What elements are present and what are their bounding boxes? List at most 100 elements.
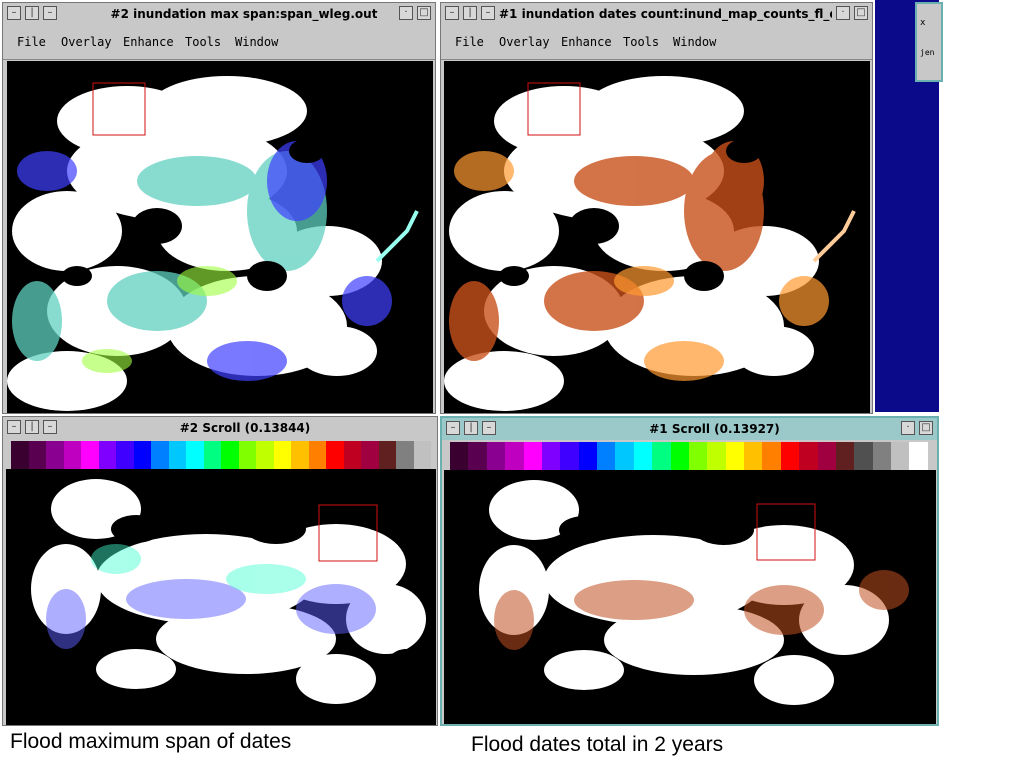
palette-swatch xyxy=(450,442,469,470)
palette-swatch xyxy=(560,442,579,470)
window-shade-icon[interactable]: – xyxy=(43,6,57,20)
palette-swatch xyxy=(891,442,910,470)
window-menu-icon[interactable]: – xyxy=(446,421,460,435)
palette-swatch xyxy=(11,441,29,469)
scroll-overview-image[interactable] xyxy=(6,469,436,725)
palette-swatch xyxy=(133,441,151,469)
palette-swatch xyxy=(273,441,291,469)
palette-swatch xyxy=(688,442,708,470)
palette-swatch xyxy=(151,441,169,469)
palette-swatch xyxy=(633,442,653,470)
minimize-icon[interactable]: · xyxy=(836,6,850,20)
palette-swatch xyxy=(541,442,561,470)
partial-window-text: jen xyxy=(920,48,935,57)
palette-swatch xyxy=(854,442,873,470)
window-titlebar[interactable]: – | – #1 inundation dates count:inund_ma… xyxy=(441,3,872,25)
palette-swatch xyxy=(799,442,818,470)
menu-bar: File Overlay Enhance Tools Window xyxy=(441,25,872,60)
window-pin-icon[interactable]: | xyxy=(463,6,477,20)
maximize-icon[interactable]: □ xyxy=(417,6,431,20)
menu-window[interactable]: Window xyxy=(673,35,716,49)
window-titlebar[interactable]: – | – #2 Scroll (0.13844) xyxy=(3,417,437,439)
window-shade-icon[interactable]: – xyxy=(482,421,496,435)
palette-swatch xyxy=(707,442,726,470)
palette-swatch xyxy=(203,441,221,469)
inundation-span-image[interactable] xyxy=(7,61,433,413)
palette-swatch xyxy=(486,442,506,470)
menu-overlay[interactable]: Overlay xyxy=(61,35,112,49)
palette-swatch xyxy=(98,441,116,469)
palette-swatch xyxy=(725,442,744,470)
palette-swatch xyxy=(762,442,781,470)
palette-swatch xyxy=(308,441,326,469)
palette-swatch xyxy=(291,441,309,469)
palette-swatch xyxy=(505,442,524,470)
menu-bar: File Overlay Enhance Tools Window xyxy=(3,25,435,60)
palette-swatch xyxy=(835,442,855,470)
palette-swatch xyxy=(817,442,836,470)
maximize-icon[interactable]: □ xyxy=(919,421,933,435)
scroll-window-right: – | – #1 Scroll (0.13927) · □ xyxy=(440,416,939,726)
palette-swatch xyxy=(256,441,274,469)
palette-swatch xyxy=(413,441,431,469)
window-pin-icon[interactable]: | xyxy=(464,421,478,435)
palette-swatch xyxy=(597,442,616,470)
window-inundation-dates-count: – | – #1 inundation dates count:inund_ma… xyxy=(440,2,873,414)
menu-overlay[interactable]: Overlay xyxy=(499,35,550,49)
window-shade-icon[interactable]: – xyxy=(481,6,495,20)
palette-swatch xyxy=(116,441,134,469)
inundation-count-image[interactable] xyxy=(444,61,870,413)
window-pin-icon[interactable]: | xyxy=(25,6,39,20)
menu-file[interactable]: File xyxy=(17,35,46,49)
maximize-icon[interactable]: □ xyxy=(854,6,868,20)
scroll-overview-image[interactable] xyxy=(444,470,936,724)
palette-swatch xyxy=(578,442,597,470)
palette-swatch xyxy=(186,441,204,469)
scroll-window-left: – | – #2 Scroll (0.13844) xyxy=(2,416,438,726)
color-palette xyxy=(11,441,431,469)
caption-right: Flood dates total in 2 years xyxy=(471,733,724,756)
window-title: #2 Scroll (0.13844) xyxy=(179,421,311,435)
palette-swatch xyxy=(744,442,763,470)
window-shade-icon[interactable]: – xyxy=(43,420,57,434)
palette-swatch xyxy=(652,442,671,470)
menu-tools[interactable]: Tools xyxy=(185,35,221,49)
minimize-icon[interactable]: · xyxy=(901,421,915,435)
color-palette xyxy=(450,442,928,470)
partial-window-title: x xyxy=(920,18,926,28)
palette-swatch xyxy=(615,442,634,470)
window-title: #1 inundation dates count:inund_map_coun… xyxy=(499,7,832,21)
palette-swatch xyxy=(909,442,928,470)
palette-swatch xyxy=(326,441,344,469)
palette-swatch xyxy=(670,442,689,470)
palette-swatch xyxy=(396,441,414,469)
palette-swatch xyxy=(378,441,396,469)
window-titlebar[interactable]: – | – #1 Scroll (0.13927) · □ xyxy=(442,418,937,440)
palette-swatch xyxy=(238,441,256,469)
window-pin-icon[interactable]: | xyxy=(25,420,39,434)
window-titlebar[interactable]: – | – #2 inundation max span:span_wleg.o… xyxy=(3,3,435,25)
palette-swatch xyxy=(780,442,800,470)
window-menu-icon[interactable]: – xyxy=(7,6,21,20)
palette-swatch xyxy=(468,442,487,470)
menu-file[interactable]: File xyxy=(455,35,484,49)
palette-swatch xyxy=(343,441,361,469)
palette-swatch xyxy=(523,442,542,470)
menu-tools[interactable]: Tools xyxy=(623,35,659,49)
minimize-icon[interactable]: · xyxy=(399,6,413,20)
window-menu-icon[interactable]: – xyxy=(445,6,459,20)
window-menu-icon[interactable]: – xyxy=(7,420,21,434)
menu-enhance[interactable]: Enhance xyxy=(561,35,612,49)
palette-swatch xyxy=(872,442,891,470)
palette-swatch xyxy=(361,441,379,469)
caption-left: Flood maximum span of dates xyxy=(10,730,292,753)
window-title: #1 Scroll (0.13927) xyxy=(649,422,780,436)
palette-swatch xyxy=(168,441,186,469)
menu-enhance[interactable]: Enhance xyxy=(123,35,174,49)
palette-swatch xyxy=(28,441,46,469)
partial-window[interactable]: x jen xyxy=(915,2,943,82)
window-inundation-max-span: – | – #2 inundation max span:span_wleg.o… xyxy=(2,2,436,414)
palette-swatch xyxy=(221,441,239,469)
menu-window[interactable]: Window xyxy=(235,35,278,49)
palette-swatch xyxy=(46,441,64,469)
